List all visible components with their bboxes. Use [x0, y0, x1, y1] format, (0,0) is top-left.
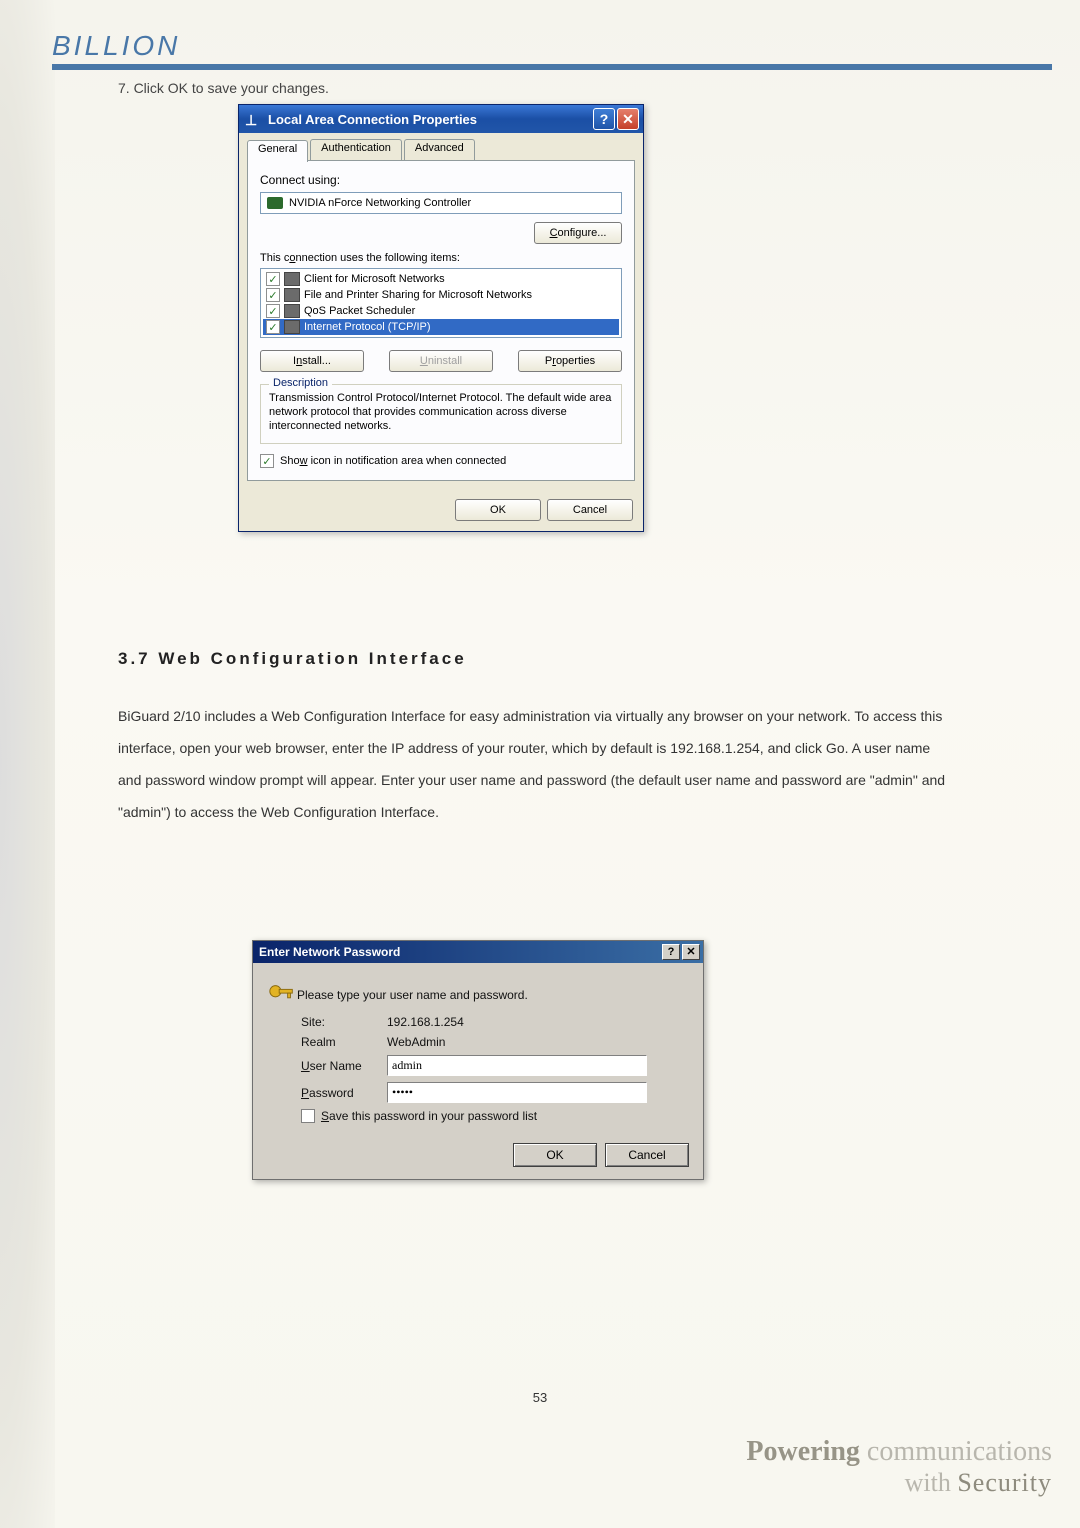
qos-icon	[284, 304, 300, 318]
general-panel: Connect using: NVIDIA nForce Networking …	[247, 161, 635, 481]
adapter-name: NVIDIA nForce Networking Controller	[289, 197, 471, 209]
description-legend: Description	[269, 377, 332, 389]
item-label: Client for Microsoft Networks	[304, 273, 445, 285]
prompt-text: Please type your user name and password.	[297, 988, 528, 1002]
list-item[interactable]: File and Printer Sharing for Microsoft N…	[263, 287, 619, 303]
cancel-button[interactable]: Cancel	[547, 499, 633, 521]
tagline-security: Security	[957, 1468, 1052, 1497]
page-number: 53	[0, 1390, 1080, 1405]
save-password-label: Save this password in your password list	[321, 1109, 537, 1123]
dialog2-titlebar[interactable]: Enter Network Password ? ✕	[253, 941, 703, 963]
tagline-communications: communications	[867, 1436, 1052, 1467]
item-label: QoS Packet Scheduler	[304, 305, 415, 317]
realm-label: Realm	[301, 1035, 387, 1049]
item-label: Internet Protocol (TCP/IP)	[304, 321, 431, 333]
password-label: Password	[301, 1086, 387, 1100]
tagline-with: with	[905, 1468, 951, 1497]
uninstall-button: Uninstall	[389, 350, 493, 372]
adapter-icon	[267, 197, 283, 209]
list-item-selected[interactable]: Internet Protocol (TCP/IP)	[263, 319, 619, 335]
section-heading: 3.7 Web Configuration Interface	[118, 649, 467, 669]
client-icon	[284, 272, 300, 286]
items-listbox[interactable]: Client for Microsoft Networks File and P…	[260, 268, 622, 338]
network-password-dialog: Enter Network Password ? ✕ Please type y…	[252, 940, 704, 1180]
close-button[interactable]: ✕	[617, 108, 639, 130]
realm-value: WebAdmin	[387, 1035, 689, 1049]
help-button[interactable]: ?	[662, 944, 680, 960]
brand-logo: BILLION	[52, 30, 282, 70]
dialog-tabs: General Authentication Advanced	[247, 139, 635, 161]
tagline-powering: Powering	[746, 1436, 860, 1467]
ok-button[interactable]: OK	[455, 499, 541, 521]
checkbox-icon[interactable]	[266, 288, 280, 302]
dialog2-title: Enter Network Password	[259, 945, 400, 959]
share-icon	[284, 288, 300, 302]
tab-advanced[interactable]: Advanced	[404, 139, 475, 160]
connection-properties-dialog: Local Area Connection Properties ? ✕ Gen…	[238, 104, 644, 532]
username-label: User Name	[301, 1059, 387, 1073]
section-body: BiGuard 2/10 includes a Web Configuratio…	[118, 700, 948, 828]
ok-button[interactable]: OK	[513, 1143, 597, 1167]
tab-authentication[interactable]: Authentication	[310, 139, 402, 160]
cancel-button[interactable]: Cancel	[605, 1143, 689, 1167]
tcpip-icon	[284, 320, 300, 334]
connect-using-label: Connect using:	[260, 173, 622, 187]
key-icon	[267, 981, 297, 1009]
adapter-field: NVIDIA nForce Networking Controller	[260, 192, 622, 214]
page-binding	[0, 0, 55, 1528]
item-label: File and Printer Sharing for Microsoft N…	[304, 289, 532, 301]
username-input[interactable]	[387, 1055, 647, 1076]
list-item[interactable]: QoS Packet Scheduler	[263, 303, 619, 319]
checkbox-icon[interactable]	[266, 320, 280, 334]
configure-button[interactable]: CConfigure...onfigure...	[534, 222, 622, 244]
checkbox-icon[interactable]	[266, 272, 280, 286]
tab-general[interactable]: General	[247, 140, 308, 162]
brand-underline	[52, 64, 1052, 70]
description-text: Transmission Control Protocol/Internet P…	[269, 391, 613, 433]
network-icon	[245, 112, 263, 126]
properties-button[interactable]: Properties	[518, 350, 622, 372]
show-icon-label: Show icon in notification area when conn…	[280, 455, 506, 467]
brand-text: BILLION	[52, 30, 180, 61]
description-group: Description Transmission Control Protoco…	[260, 384, 622, 444]
password-input[interactable]	[387, 1082, 647, 1103]
install-button[interactable]: Install...	[260, 350, 364, 372]
list-item[interactable]: Client for Microsoft Networks	[263, 271, 619, 287]
dialog-title: Local Area Connection Properties	[268, 112, 591, 127]
checkbox-icon[interactable]	[266, 304, 280, 318]
step-7-text: 7. Click OK to save your changes.	[118, 80, 329, 96]
show-icon-checkbox-row[interactable]: Show icon in notification area when conn…	[260, 454, 622, 468]
footer-tagline: Powering communications with Security	[746, 1436, 1052, 1498]
dialog-titlebar[interactable]: Local Area Connection Properties ? ✕	[239, 105, 643, 133]
items-label: This connection uses the following items…	[260, 252, 622, 264]
site-label: Site:	[301, 1015, 387, 1029]
site-value: 192.168.1.254	[387, 1015, 689, 1029]
save-password-checkbox[interactable]	[301, 1109, 315, 1123]
checkbox-icon[interactable]	[260, 454, 274, 468]
help-button[interactable]: ?	[593, 108, 615, 130]
close-button[interactable]: ✕	[682, 944, 700, 960]
